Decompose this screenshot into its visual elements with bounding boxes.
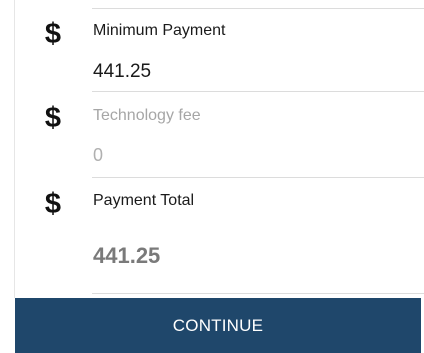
divider bbox=[92, 8, 424, 9]
minimum-payment-label: Minimum Payment bbox=[93, 22, 226, 39]
divider bbox=[92, 91, 424, 92]
payment-summary-screen: $ Minimum Payment 441.25 $ Technology fe… bbox=[0, 0, 424, 353]
continue-button[interactable]: CONTINUE bbox=[15, 298, 421, 353]
divider bbox=[92, 177, 424, 178]
dollar-icon: $ bbox=[44, 102, 62, 134]
divider bbox=[92, 293, 424, 294]
payment-total-label: Payment Total bbox=[93, 192, 195, 209]
technology-fee-value[interactable]: 0 bbox=[93, 146, 103, 164]
dollar-icon: $ bbox=[44, 188, 62, 220]
panel-left-border bbox=[14, 0, 15, 298]
technology-fee-label: Technology fee bbox=[93, 107, 201, 124]
payment-total-value: 441.25 bbox=[93, 243, 161, 268]
minimum-payment-value[interactable]: 441.25 bbox=[93, 62, 151, 81]
dollar-icon: $ bbox=[44, 18, 62, 50]
